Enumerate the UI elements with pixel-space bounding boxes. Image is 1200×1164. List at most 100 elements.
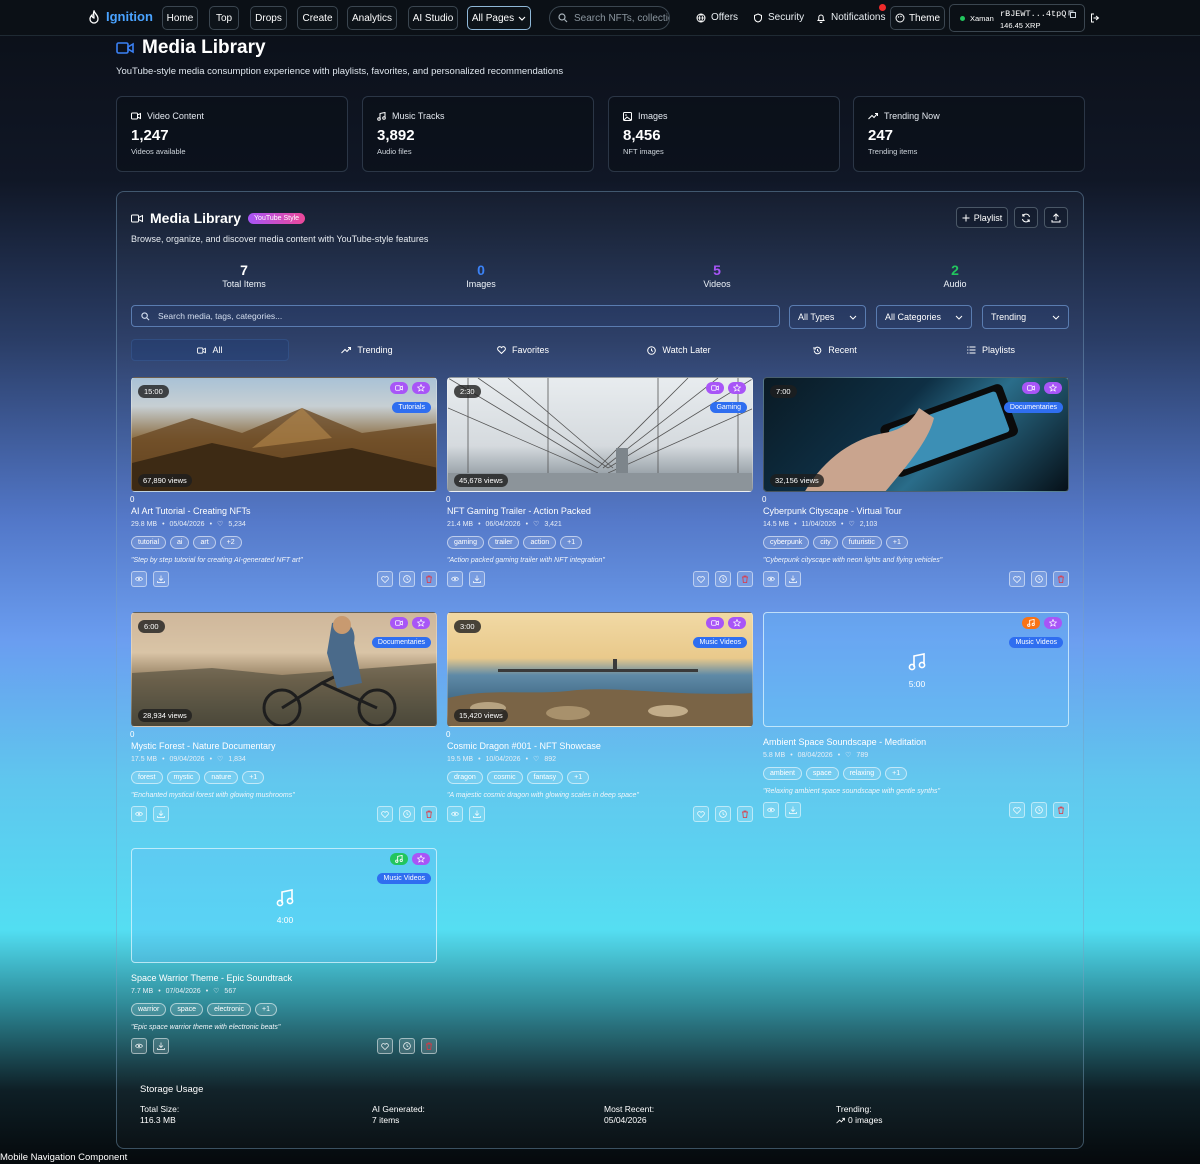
tag[interactable]: ai xyxy=(170,536,190,549)
star-icon[interactable] xyxy=(412,382,430,394)
tag[interactable]: electronic xyxy=(207,1003,252,1016)
nav-offers[interactable]: Offers xyxy=(696,12,738,23)
tag[interactable]: ambient xyxy=(763,767,802,780)
tag[interactable]: action xyxy=(523,536,557,549)
watch-later-button[interactable] xyxy=(1031,802,1047,818)
view-button[interactable] xyxy=(131,806,147,822)
favorite-button[interactable] xyxy=(693,571,709,587)
favorite-button[interactable] xyxy=(693,806,709,822)
media-title[interactable]: Cosmic Dragon #001 - NFT Showcase xyxy=(447,741,753,751)
tag-more[interactable]: +1 xyxy=(885,536,908,549)
watch-later-button[interactable] xyxy=(399,806,415,822)
type-filter-select[interactable]: All Types xyxy=(789,305,866,329)
download-button[interactable] xyxy=(153,1038,169,1054)
media-title[interactable]: NFT Gaming Trailer - Action Packed xyxy=(447,506,753,516)
tag-more[interactable]: +1 xyxy=(255,1003,278,1016)
delete-button[interactable] xyxy=(421,806,437,822)
tab-playlists[interactable]: Playlists xyxy=(913,339,1069,361)
media-title[interactable]: AI Art Tutorial - Creating NFTs xyxy=(131,506,437,516)
tag[interactable]: cyberpunk xyxy=(763,536,810,549)
theme-button[interactable]: Theme xyxy=(890,6,945,30)
star-icon[interactable] xyxy=(412,617,430,629)
nav-top[interactable]: Top xyxy=(209,6,239,30)
tag[interactable]: space xyxy=(805,767,839,780)
tab-favorites[interactable]: Favorites xyxy=(445,339,601,361)
tab-watch-later[interactable]: Watch Later xyxy=(601,339,757,361)
star-icon[interactable] xyxy=(412,853,430,865)
brand-logo[interactable]: Ignition xyxy=(88,9,153,24)
media-thumbnail[interactable]: 3:00 Music Videos 15,420 views xyxy=(447,612,753,727)
tag[interactable]: dragon xyxy=(447,771,483,784)
view-button[interactable] xyxy=(763,802,779,818)
tag[interactable]: trailer xyxy=(487,536,520,549)
tag[interactable]: warrior xyxy=(131,1003,167,1016)
view-button[interactable] xyxy=(447,806,463,822)
download-button[interactable] xyxy=(153,571,169,587)
nav-ai-studio[interactable]: AI Studio xyxy=(408,6,458,30)
star-icon[interactable] xyxy=(1044,617,1062,629)
media-card[interactable]: 2:30 Gaming 45,678 views 0 NFT Gaming Tr… xyxy=(446,377,753,589)
wallet-widget[interactable]: Xaman rBJEWT...4tpQ 146.45 XRP xyxy=(949,4,1085,32)
media-card[interactable]: 7:00 Documentaries 32,156 views 0 Cyberp… xyxy=(762,377,1069,589)
watch-later-button[interactable] xyxy=(399,571,415,587)
star-icon[interactable] xyxy=(1044,382,1062,394)
favorite-button[interactable] xyxy=(377,806,393,822)
nav-notifications[interactable]: Notifications xyxy=(816,12,885,23)
favorite-button[interactable] xyxy=(377,571,393,587)
media-thumbnail[interactable]: 7:00 Documentaries 32,156 views xyxy=(763,377,1069,492)
delete-button[interactable] xyxy=(421,571,437,587)
view-button[interactable] xyxy=(447,571,463,587)
star-icon[interactable] xyxy=(728,617,746,629)
watch-later-button[interactable] xyxy=(715,571,731,587)
sort-select[interactable]: Trending xyxy=(982,305,1069,329)
refresh-button[interactable] xyxy=(1014,207,1038,228)
media-card[interactable]: Music Videos 4:00 Space Warrior Theme - … xyxy=(131,848,437,1056)
download-button[interactable] xyxy=(785,571,801,587)
tag[interactable]: tutorial xyxy=(131,536,167,549)
media-search-input[interactable]: Search media, tags, categories... xyxy=(131,305,780,327)
media-thumbnail[interactable]: 6:00 Documentaries 28,934 views xyxy=(131,612,437,727)
tag-more[interactable]: +1 xyxy=(560,536,583,549)
view-button[interactable] xyxy=(131,1038,147,1054)
download-button[interactable] xyxy=(785,802,801,818)
tab-all[interactable]: All xyxy=(131,339,289,361)
media-thumbnail[interactable]: Music Videos 5:00 xyxy=(763,612,1069,727)
tag[interactable]: futuristic xyxy=(841,536,882,549)
delete-button[interactable] xyxy=(737,571,753,587)
tag[interactable]: relaxing xyxy=(842,767,882,780)
watch-later-button[interactable] xyxy=(399,1038,415,1054)
upload-button[interactable] xyxy=(1044,207,1068,228)
tag[interactable]: forest xyxy=(131,771,163,784)
star-icon[interactable] xyxy=(728,382,746,394)
download-button[interactable] xyxy=(469,806,485,822)
category-filter-select[interactable]: All Categories xyxy=(876,305,972,329)
tag[interactable]: gaming xyxy=(447,536,484,549)
media-thumbnail[interactable]: Music Videos 4:00 xyxy=(131,848,437,963)
tag[interactable]: fantasy xyxy=(526,771,564,784)
media-title[interactable]: Mystic Forest - Nature Documentary xyxy=(131,741,437,751)
favorite-button[interactable] xyxy=(1009,571,1025,587)
media-title[interactable]: Space Warrior Theme - Epic Soundtrack xyxy=(131,973,437,983)
tag[interactable]: art xyxy=(193,536,216,549)
tag[interactable]: cosmic xyxy=(486,771,523,784)
tag[interactable]: mystic xyxy=(166,771,201,784)
download-button[interactable] xyxy=(469,571,485,587)
delete-button[interactable] xyxy=(1053,571,1069,587)
media-card[interactable]: Music Videos 5:00 Ambient Space Soundsca… xyxy=(763,612,1069,820)
delete-button[interactable] xyxy=(737,806,753,822)
watch-later-button[interactable] xyxy=(715,806,731,822)
tag-more[interactable]: +2 xyxy=(219,536,242,549)
media-title[interactable]: Cyberpunk Cityscape - Virtual Tour xyxy=(763,506,1069,516)
tag[interactable]: nature xyxy=(204,771,239,784)
copy-icon[interactable] xyxy=(1068,10,1076,18)
logout-icon[interactable] xyxy=(1090,13,1100,23)
delete-button[interactable] xyxy=(421,1038,437,1054)
media-title[interactable]: Ambient Space Soundscape - Meditation xyxy=(763,737,1069,747)
media-thumbnail[interactable]: 15:00 Tutorials 67,890 views xyxy=(131,377,437,492)
tab-recent[interactable]: Recent xyxy=(757,339,913,361)
global-search[interactable]: Search NFTs, collections... xyxy=(549,6,670,30)
tag-more[interactable]: +1 xyxy=(567,771,590,784)
media-card[interactable]: 15:00 Tutorials 67,890 views 0 AI Art Tu… xyxy=(130,377,437,589)
nav-security[interactable]: Security xyxy=(753,12,804,23)
watch-later-button[interactable] xyxy=(1031,571,1047,587)
